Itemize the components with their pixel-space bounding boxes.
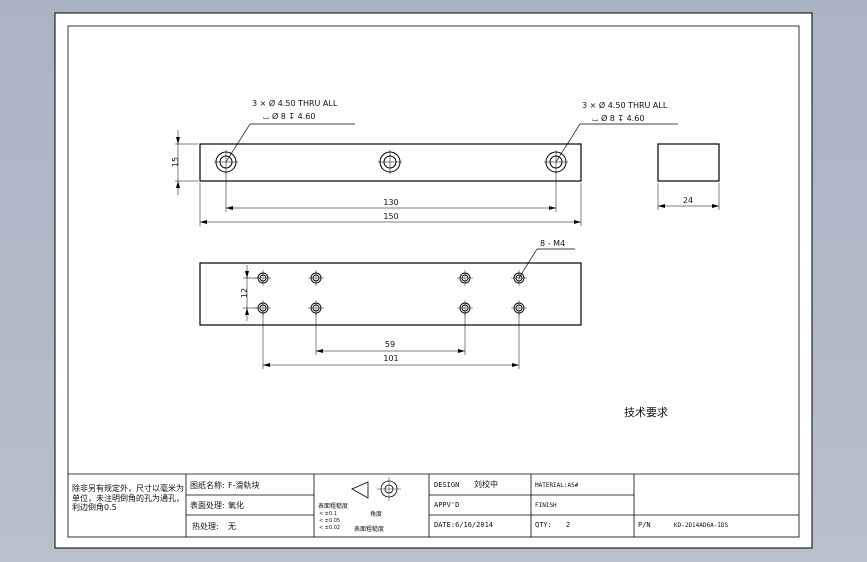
callout-thread: 8 - M4 <box>540 239 565 248</box>
part-name-value: F-滑轨块 <box>228 480 260 490</box>
callout-right-line2: ⌴ Ø 8 ↧ 4.60 <box>592 113 644 123</box>
tolerance-footer: 表面粗糙度 <box>354 525 384 533</box>
callout-left-line1: 3 × Ø 4.50 THRU ALL <box>252 98 338 108</box>
appvd-label: APPV'D <box>434 501 459 509</box>
design-label: DESIGN <box>434 481 459 489</box>
dim-150: 150 <box>383 212 398 221</box>
roughness-value-1: < ±0.1 <box>319 511 337 517</box>
callout-left-line2: ⌴ Ø 8 ↧ 4.60 <box>263 111 315 121</box>
heat-value: 无 <box>228 522 236 531</box>
drawing-sheet: 3 × Ø 4.50 THRU ALL ⌴ Ø 8 ↧ 4.60 3 × Ø 4… <box>54 12 813 549</box>
material-label: MATERIAL:AS# <box>535 482 579 489</box>
roughness-value-2: < ±0.05 <box>319 518 340 524</box>
tech-requirements: 技术要求 <box>624 406 668 419</box>
pn-value: KD-2D14AD6A-IDS <box>674 522 729 529</box>
pn-label: P/N <box>638 521 651 529</box>
design-value: 刘校中 <box>474 479 498 489</box>
heat-label: 热处理: <box>192 521 219 531</box>
qty-value: 2 <box>566 521 570 529</box>
qty-label: QTY: <box>535 521 552 529</box>
flatness-label: 角度 <box>370 510 382 518</box>
finish-label: FINISH <box>535 502 557 509</box>
general-note: 除非另有规定外，尺寸以毫米为单位，未注明倒角的孔为通孔，利边倒角0.5 <box>72 484 184 512</box>
surface-value: 氧化 <box>228 500 244 510</box>
dim-15: 15 <box>171 157 180 167</box>
paper <box>54 12 813 549</box>
dim-59: 59 <box>385 340 395 349</box>
surface-label: 表面处理: <box>190 500 225 510</box>
date-label: DATE:6/16/2014 <box>434 521 493 529</box>
part-name-label: 图纸名称: <box>190 480 225 490</box>
callout-right-line1: 3 × Ø 4.50 THRU ALL <box>582 100 668 110</box>
dim-24: 24 <box>683 196 693 205</box>
dim-101: 101 <box>383 354 398 363</box>
roughness-value-3: < ±0.02 <box>319 525 340 531</box>
roughness-label: 表面粗糙度 <box>318 502 348 510</box>
dim-12: 12 <box>240 288 249 298</box>
dim-130: 130 <box>383 198 398 207</box>
